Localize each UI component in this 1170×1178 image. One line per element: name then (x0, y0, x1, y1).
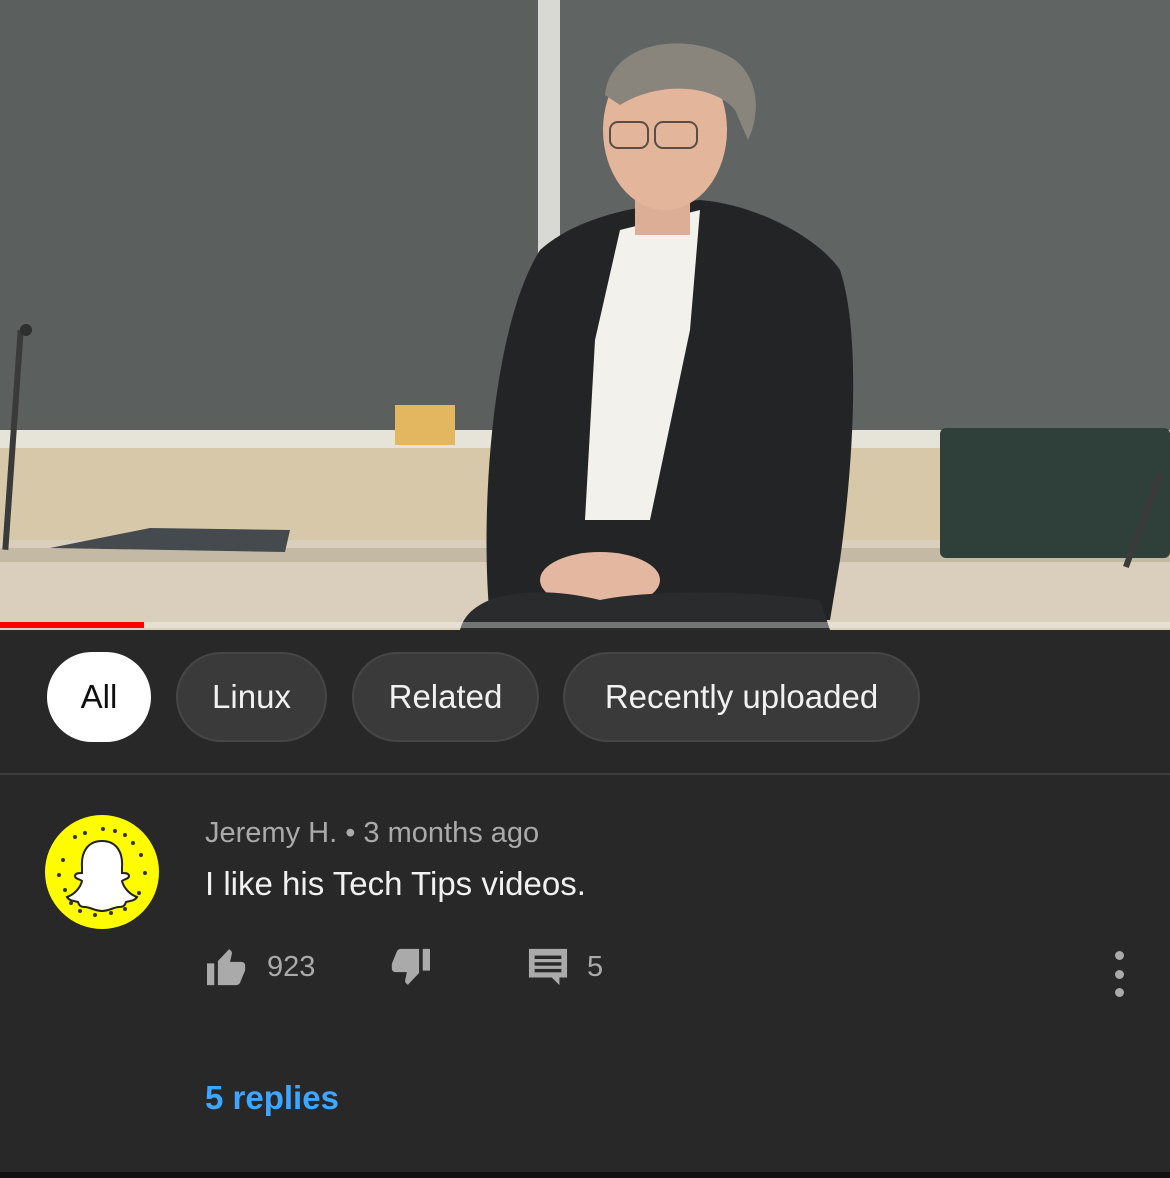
comment-meta: Jeremy H. • 3 months ago (205, 817, 539, 850)
chip-all[interactable]: All (47, 652, 151, 742)
comment-author[interactable]: Jeremy H. (205, 817, 337, 849)
chip-recently-uploaded[interactable]: Recently uploaded (563, 652, 920, 742)
more-vert-icon[interactable] (1100, 951, 1138, 997)
meta-separator: • (345, 817, 356, 849)
filter-chips-bar: All Linux Related Recently uploaded (0, 630, 1170, 775)
comment-icon (528, 948, 568, 986)
chip-label: All (80, 678, 118, 715)
chip-label: Linux (212, 678, 291, 715)
progress-bar[interactable] (0, 622, 1170, 628)
comment-time: 3 months ago (363, 817, 540, 849)
progress-fill (0, 622, 144, 628)
video-frame (0, 0, 1170, 630)
thumbs-down-icon (391, 948, 430, 985)
bottom-edge (0, 1172, 1170, 1178)
chip-related[interactable]: Related (352, 652, 539, 742)
avatar[interactable] (45, 815, 159, 929)
dislike-button[interactable] (388, 947, 432, 987)
view-replies-link[interactable]: 5 replies (205, 1079, 339, 1117)
chip-label: Related (388, 678, 503, 715)
thumbs-up-icon (207, 949, 246, 986)
chip-label: Recently uploaded (604, 678, 879, 715)
comment-item: Jeremy H. • 3 months ago I like his Tech… (0, 775, 1170, 1178)
chip-linux[interactable]: Linux (176, 652, 327, 742)
like-count: 923 (267, 950, 316, 983)
video-player[interactable] (0, 0, 1170, 630)
reply-count: 5 (587, 950, 604, 983)
snapchat-ghost-icon (57, 827, 147, 917)
reply-button[interactable]: 5 (527, 947, 603, 987)
like-button[interactable]: 923 (205, 947, 315, 987)
comment-text: I like his Tech Tips videos. (205, 865, 586, 902)
